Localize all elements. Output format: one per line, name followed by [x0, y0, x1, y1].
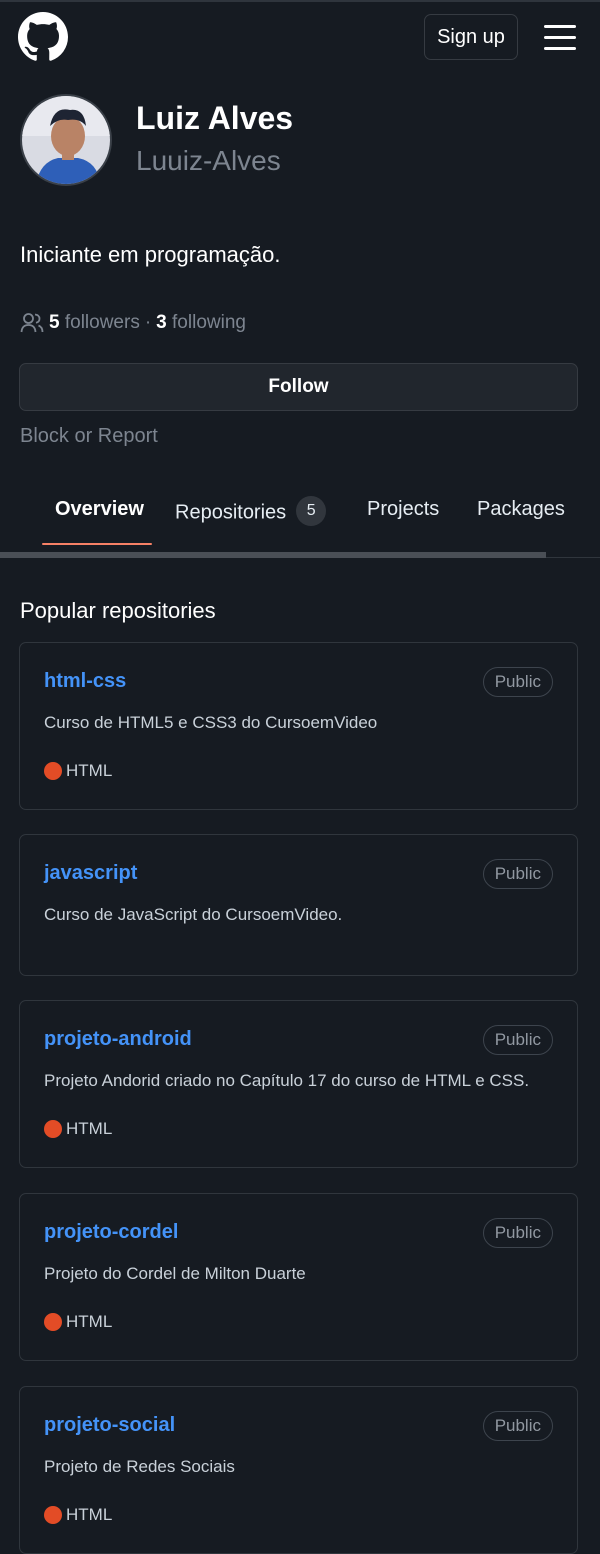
language-label: HTML: [66, 761, 113, 780]
tab-packages[interactable]: Packages: [477, 498, 565, 521]
repo-description: Curso de HTML5 e CSS3 do CursoemVideo: [44, 713, 378, 732]
language-label: HTML: [66, 1505, 113, 1524]
visibility-badge: Public: [482, 1025, 553, 1055]
repo-name-link[interactable]: projeto-android: [44, 1028, 192, 1051]
repo-card: projeto-social Public Projeto de Redes S…: [19, 1386, 578, 1554]
language-color-dot: [44, 1313, 62, 1331]
repo-card: projeto-cordel Public Projeto do Cordel …: [19, 1193, 578, 1361]
following-label: following: [172, 312, 246, 333]
repo-language: HTML: [44, 761, 112, 781]
follow-stats: 5 followers · 3 following: [20, 312, 246, 334]
repo-name-link[interactable]: html-css: [44, 670, 126, 693]
following-link[interactable]: 3 following: [156, 312, 246, 334]
visibility-badge: Public: [482, 1411, 553, 1441]
following-count: 3: [156, 312, 167, 333]
followers-label: followers: [64, 312, 140, 333]
repo-description: Projeto de Redes Sociais: [44, 1457, 235, 1476]
language-color-dot: [44, 762, 62, 780]
language-color-dot: [44, 1120, 62, 1138]
block-or-report-link[interactable]: Block or Report: [20, 425, 158, 448]
profile-bio: Iniciante em programação.: [20, 242, 281, 267]
repo-description: Projeto Andorid criado no Capítulo 17 do…: [44, 1071, 530, 1090]
popular-repositories-heading: Popular repositories: [20, 598, 216, 623]
repo-name-link[interactable]: javascript: [44, 862, 137, 885]
repo-name-link[interactable]: projeto-social: [44, 1414, 175, 1437]
language-color-dot: [44, 1506, 62, 1524]
visibility-badge: Public: [482, 1218, 553, 1248]
visibility-badge: Public: [482, 859, 553, 889]
profile-username: Luuiz-Alves: [136, 145, 281, 176]
profile-tabs: Overview Repositories 5 Projects Packages: [0, 472, 600, 558]
profile-full-name: Luiz Alves: [136, 100, 294, 136]
profile-page: Sign up Luiz Alves Luuiz-Alves Iniciante…: [0, 0, 600, 1554]
repo-description: Projeto do Cordel de Milton Duarte: [44, 1264, 306, 1283]
selected-tab-indicator: [42, 543, 152, 545]
repo-card: projeto-android Public Projeto Andorid c…: [19, 1000, 578, 1168]
hamburger-menu-icon[interactable]: [540, 22, 580, 54]
github-logo-icon[interactable]: [18, 12, 68, 62]
tab-repositories[interactable]: Repositories 5: [175, 496, 327, 528]
follow-button[interactable]: Follow: [19, 363, 578, 411]
tab-repositories-label: Repositories: [175, 501, 287, 524]
stats-separator: ·: [144, 312, 152, 333]
tab-projects[interactable]: Projects: [367, 498, 439, 521]
header: Sign up: [0, 2, 600, 76]
visibility-badge: Public: [482, 667, 553, 697]
avatar-photo: [22, 96, 110, 184]
people-icon: [20, 313, 44, 333]
tabs-scrollbar[interactable]: [0, 552, 546, 558]
avatar: [20, 94, 112, 186]
repo-card: javascript Public Curso de JavaScript do…: [19, 834, 578, 976]
repo-name-link[interactable]: projeto-cordel: [44, 1221, 178, 1244]
followers-link[interactable]: 5 followers: [49, 312, 140, 334]
sign-up-button[interactable]: Sign up: [424, 14, 518, 60]
repo-language: HTML: [44, 1312, 112, 1332]
language-label: HTML: [66, 1312, 113, 1331]
repo-description: Curso de JavaScript do CursoemVideo.: [44, 905, 343, 924]
repo-card: html-css Public Curso de HTML5 e CSS3 do…: [19, 642, 578, 810]
followers-count: 5: [49, 312, 60, 333]
repo-language: HTML: [44, 1119, 112, 1139]
language-label: HTML: [66, 1119, 113, 1138]
repositories-counter: 5: [296, 496, 327, 526]
tab-overview[interactable]: Overview: [55, 498, 144, 521]
repo-language: HTML: [44, 1505, 112, 1525]
